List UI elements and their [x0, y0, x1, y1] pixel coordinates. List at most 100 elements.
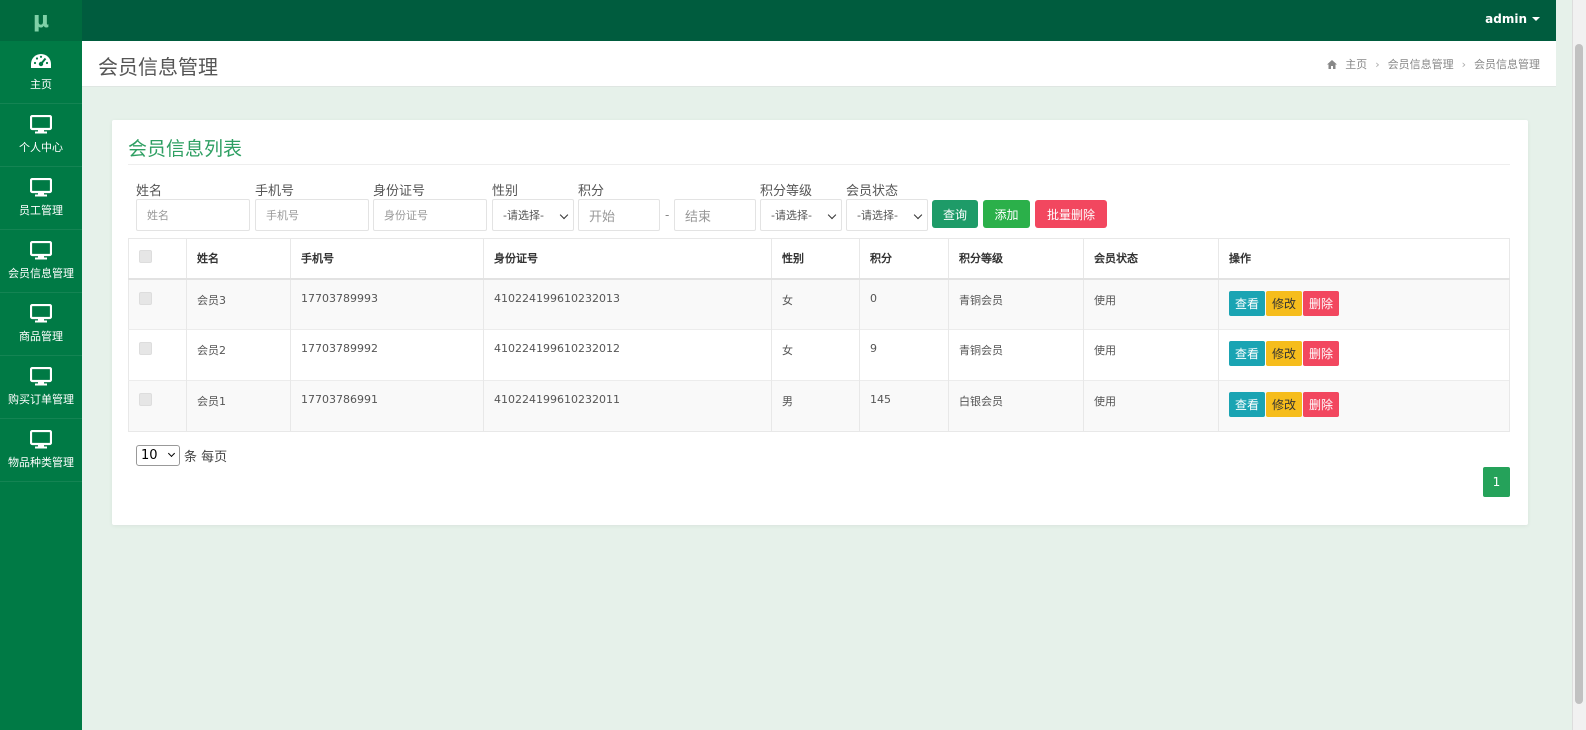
points-label: 积分 [578, 184, 605, 199]
range-dash: - [665, 208, 670, 222]
col-header: 积分 [859, 238, 949, 280]
level-select[interactable]: -请选择- [760, 199, 842, 231]
level-cell: 青铜会员 [948, 329, 1084, 381]
status-label: 会员状态 [846, 184, 899, 199]
level-label: 积分等级 [760, 184, 813, 199]
monitor-icon [30, 115, 52, 134]
topbar: admin [82, 0, 1556, 41]
idcard-input[interactable]: 身份证号 [373, 199, 487, 231]
delete-button[interactable]: 删除 [1303, 341, 1340, 366]
sidebar-item-label: 会员信息管理 [8, 267, 74, 280]
view-button[interactable]: 查看 [1229, 392, 1266, 417]
name-label: 姓名 [136, 184, 163, 199]
name-input[interactable]: 姓名 [136, 199, 250, 231]
breadcrumb-section[interactable]: 会员信息管理 [1388, 56, 1454, 72]
chevron-right-icon: › [1375, 57, 1380, 71]
idcard-cell: 410224199610232013 [483, 278, 772, 330]
table-row: 会员1 17703786991 410224199610232011 男 145… [128, 380, 1510, 432]
edit-button[interactable]: 修改 [1266, 290, 1303, 316]
status-cell: 使用 [1083, 329, 1219, 381]
username: admin [1485, 12, 1527, 26]
caret-down-icon [1532, 17, 1540, 21]
sidebar-item-label: 物品种类管理 [8, 456, 74, 469]
actions-cell: 查看 修改 删除 [1218, 329, 1510, 381]
name-cell: 会员3 [186, 278, 291, 330]
delete-button[interactable]: 删除 [1303, 392, 1340, 417]
select-all-cell [128, 238, 187, 280]
gender-cell: 女 [771, 278, 860, 330]
sidebar-item-categories[interactable]: 物品种类管理 [0, 419, 82, 482]
divider [128, 164, 1510, 165]
batch-delete-button[interactable]: 批量删除 [1035, 200, 1107, 228]
monitor-icon [30, 430, 52, 449]
home-icon [1327, 59, 1338, 69]
row-checkbox[interactable] [139, 393, 152, 406]
row-checkbox[interactable] [139, 291, 152, 305]
user-menu[interactable]: admin [1485, 12, 1540, 26]
gender-label: 性别 [492, 184, 519, 199]
col-header: 手机号 [290, 238, 484, 280]
select-all-checkbox[interactable] [139, 250, 152, 264]
edit-button[interactable]: 修改 [1266, 341, 1303, 366]
card-title: 会员信息列表 [128, 139, 243, 160]
view-button[interactable]: 查看 [1229, 341, 1266, 366]
col-header: 积分等级 [948, 238, 1084, 280]
sidebar-item-members[interactable]: 会员信息管理 [0, 230, 82, 293]
page-size-select[interactable]: 10 [136, 445, 180, 466]
sidebar-item-profile[interactable]: 个人中心 [0, 104, 82, 167]
name-cell: 会员1 [186, 380, 291, 432]
member-table: 姓名 手机号 身份证号 性别 积分 积分等级 会员状态 操作 会员3 17703… [128, 238, 1510, 432]
chevron-down-icon [827, 210, 837, 220]
phone-input[interactable]: 手机号 [255, 199, 369, 231]
points-cell: 9 [859, 329, 949, 381]
sidebar-item-products[interactable]: 商品管理 [0, 293, 82, 356]
sidebar-item-label: 商品管理 [19, 330, 63, 343]
view-button[interactable]: 查看 [1229, 290, 1266, 316]
page-button-current[interactable]: 1 [1483, 467, 1510, 497]
table-header-row: 姓名 手机号 身份证号 性别 积分 积分等级 会员状态 操作 [128, 238, 1510, 280]
page-size-control: 10 条 每页 [136, 445, 227, 466]
app-logo[interactable]: μ [0, 0, 82, 41]
phone-cell: 17703789992 [290, 329, 484, 381]
breadcrumb-home[interactable]: 主页 [1345, 56, 1367, 72]
scrollbar-thumb[interactable] [1575, 44, 1583, 704]
scrollbar[interactable] [1572, 0, 1586, 730]
col-header: 性别 [771, 238, 860, 280]
idcard-label: 身份证号 [373, 184, 426, 199]
monitor-icon [30, 304, 52, 323]
phone-cell: 17703789993 [290, 278, 484, 330]
gender-cell: 女 [771, 329, 860, 381]
row-checkbox[interactable] [139, 342, 152, 355]
row-select-cell [128, 278, 187, 330]
breadcrumb: 主页 › 会员信息管理 › 会员信息管理 [1327, 56, 1540, 72]
sidebar-item-orders[interactable]: 购买订单管理 [0, 356, 82, 419]
points-start-input[interactable]: 开始 [578, 199, 660, 231]
chevron-right-icon: › [1461, 57, 1466, 71]
page-header: 会员信息管理 主页 › 会员信息管理 › 会员信息管理 [82, 41, 1556, 87]
add-button[interactable]: 添加 [983, 200, 1030, 228]
gender-select[interactable]: -请选择- [492, 199, 574, 231]
sidebar: μ 主页 个人中心 员工管理 会员信息管理 商品管理 购买订单管理 物品种类管理 [0, 0, 82, 730]
sidebar-item-label: 购买订单管理 [8, 393, 74, 406]
actions-cell: 查看 修改 删除 [1218, 278, 1510, 330]
status-select[interactable]: -请选择- [846, 199, 928, 231]
phone-cell: 17703786991 [290, 380, 484, 432]
points-end-input[interactable]: 结束 [674, 199, 756, 231]
row-select-cell [128, 380, 187, 432]
idcard-cell: 410224199610232012 [483, 329, 772, 381]
actions-cell: 查看 修改 删除 [1218, 380, 1510, 432]
sidebar-item-home[interactable]: 主页 [0, 41, 82, 104]
sidebar-item-staff[interactable]: 员工管理 [0, 167, 82, 230]
col-header: 操作 [1218, 238, 1510, 280]
delete-button[interactable]: 删除 [1303, 290, 1340, 316]
points-cell: 0 [859, 278, 949, 330]
edit-button[interactable]: 修改 [1266, 392, 1303, 417]
query-button[interactable]: 查询 [932, 200, 978, 228]
chevron-down-icon [167, 449, 176, 458]
chevron-down-icon [559, 210, 569, 220]
table-row: 会员2 17703789992 410224199610232012 女 9 青… [128, 329, 1510, 381]
dashboard-icon [31, 53, 51, 68]
status-cell: 使用 [1083, 278, 1219, 330]
col-header: 身份证号 [483, 238, 772, 280]
breadcrumb-current: 会员信息管理 [1474, 58, 1540, 71]
